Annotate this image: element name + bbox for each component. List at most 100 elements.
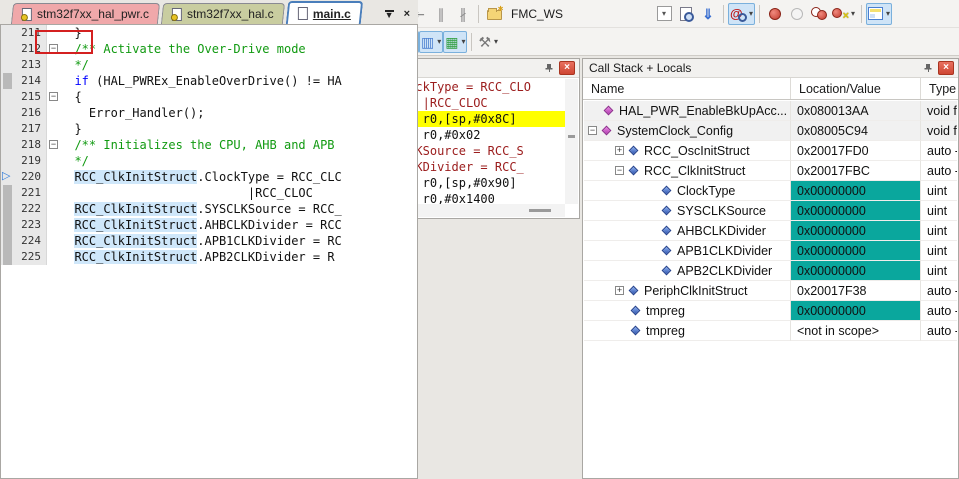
pin-icon[interactable] [921,62,935,75]
callstack-row-hal-pwr-enablebkupacc[interactable]: HAL_PWR_EnableBkUpAcc...0x080013AAvoid f [584,101,957,121]
code-line-211[interactable]: 211 } [1,25,417,41]
target-select-label: FMC_WS [505,7,569,21]
symbol-name: SystemClock_Config [617,124,733,138]
disable-all-breakpoints-button[interactable] [808,3,830,25]
tab-stm32f7xx-hal-pwr-c[interactable]: stm32f7xx_hal_pwr.c [11,3,160,24]
callstack-column-header: Name Location/Value Type [583,78,958,100]
close-document-icon[interactable]: × [404,8,410,20]
code-line-213[interactable]: 213 */ [1,57,417,73]
insert-breakpoint-button[interactable] [764,3,786,25]
close-icon[interactable]: × [559,61,575,75]
variable-diamond-icon [662,246,672,256]
system-viewer-button[interactable]: ▥▾ [419,31,443,53]
tab-stm32f7xx-hal-c[interactable]: stm32f7xx_hal.c [161,3,285,24]
disable-breakpoint-button[interactable] [786,3,808,25]
callstack-panel: Call Stack + Locals × Name Location/Valu… [582,58,959,479]
editor-panel: stm32f7xx_hal_pwr.cstm32f7xx_hal.cmain.c… [0,0,418,257]
code-line-225[interactable]: 225 RCC_ClkInitStruct.APB2CLKDivider = R [1,249,417,265]
code-line-212[interactable]: 212− /** Activate the Over-Drive mode [1,41,417,57]
fold-collapse-icon[interactable]: − [49,92,58,101]
callstack-row-clocktype[interactable]: ClockType0x00000000uint [584,181,957,201]
disassembly-vertical-scrollbar[interactable] [565,79,578,204]
toolbox-button[interactable]: ▦▾ [443,31,467,53]
line-number: 223 [14,217,46,233]
callstack-row-systemclock-config[interactable]: − SystemClock_Config 0x08005C94void f [584,121,957,141]
line-number: 214 [14,73,46,89]
code-line-224[interactable]: 224 RCC_ClkInitStruct.APB1CLKDivider = R… [1,233,417,249]
comment-button[interactable]: ∥ [430,3,452,25]
symbol-name: RCC_OscInitStruct [644,144,750,158]
target-select-dropdown[interactable]: ▾ [653,3,675,25]
source-code-editor[interactable]: 211 }212− /** Activate the Over-Drive mo… [0,24,418,479]
code-line-221[interactable]: 221 |RCC_CLOC [1,185,417,201]
variable-diamond-icon [662,186,672,196]
kill-all-breakpoints-button[interactable]: ×▾ [830,3,857,25]
callstack-row-tmpreg[interactable]: tmpreg0x00000000auto - [584,301,957,321]
file-extensions-button[interactable] [675,3,697,25]
window-layout-button[interactable]: ▾ [866,3,892,25]
code-line-216[interactable]: 216 Error_Handler(); [1,105,417,121]
open-project-button[interactable] [483,3,505,25]
code-line-218[interactable]: 218− /** Initializes the CPU, AHB and AP… [1,137,417,153]
location-value-cell[interactable]: 0x20017FD0 [791,141,921,161]
fold-collapse-icon[interactable]: − [49,140,58,149]
location-value-cell[interactable]: 0x08005C94 [791,121,921,141]
type-cell: auto - [921,281,957,301]
change-bar [3,201,12,217]
location-value-cell[interactable]: 0x00000000 [791,241,921,261]
code-line-219[interactable]: 219 */ [1,153,417,169]
type-cell: uint [921,221,957,241]
location-value-cell[interactable]: <not in scope> [791,321,921,341]
find-next-button[interactable]: ⇓ [697,3,719,25]
location-value-cell[interactable]: 0x20017FBC [791,161,921,181]
location-value-cell[interactable]: 0x00000000 [791,221,921,241]
location-value-cell[interactable]: 0x00000000 [791,301,921,321]
code-line-214[interactable]: 214 if (HAL_PWREx_EnableOverDrive() != H… [1,73,417,89]
type-cell: uint [921,261,957,281]
tree-expander-icon[interactable]: − [615,166,624,175]
variable-diamond-icon [631,306,641,316]
tree-expander-icon[interactable]: + [615,146,624,155]
callstack-row-periphclkinitstruct[interactable]: +PeriphClkInitStruct0x20017F38auto - [584,281,957,301]
code-line-220[interactable]: ▷220 RCC_ClkInitStruct.ClockType = RCC_C… [1,169,417,185]
callstack-row-rcc-clkinitstruct[interactable]: −RCC_ClkInitStruct0x20017FBCauto - [584,161,957,181]
callstack-row-apb1clkdivider[interactable]: APB1CLKDivider0x00000000uint [584,241,957,261]
variable-diamond-icon [629,286,639,296]
uncomment-button[interactable]: ∦ [452,3,474,25]
type-cell: void f [921,121,957,141]
tree-expander-icon[interactable]: − [588,126,597,135]
line-number: 212 [14,41,46,57]
symbol-name: APB2CLKDivider [677,264,772,278]
location-value-cell[interactable]: 0x20017F38 [791,281,921,301]
callstack-row-apb2clkdivider[interactable]: APB2CLKDivider 0x00000000uint [584,261,957,281]
close-icon[interactable]: × [938,61,954,75]
type-cell: auto - [921,321,957,341]
line-number: 216 [14,105,46,121]
pin-icon[interactable] [542,62,556,75]
document-list-icon[interactable]: ▼ [385,10,394,19]
symbol-name: AHBCLKDivider [677,224,766,238]
location-value-cell[interactable]: 0x00000000 [791,201,921,221]
find-in-files-button[interactable]: ▾ [728,3,755,25]
line-number: 217 [14,121,46,137]
location-value-cell[interactable]: 0x00000000 [791,181,921,201]
variable-diamond-icon [662,266,672,276]
tab-main-c[interactable]: main.c [286,1,363,24]
code-line-222[interactable]: 222 RCC_ClkInitStruct.SYSCLKSource = RCC… [1,201,417,217]
code-line-217[interactable]: 217 } [1,121,417,137]
line-number: 220 [14,169,46,185]
fold-collapse-icon[interactable]: − [49,44,58,53]
tree-expander-icon[interactable]: + [615,286,624,295]
location-value-cell[interactable]: 0x080013AA [791,101,921,121]
type-cell: auto - [921,301,957,321]
code-line-223[interactable]: 223 RCC_ClkInitStruct.AHBCLKDivider = RC… [1,217,417,233]
callstack-row-ahbclkdivider[interactable]: AHBCLKDivider 0x00000000uint [584,221,957,241]
code-line-215[interactable]: 215− { [1,89,417,105]
location-value-cell[interactable]: 0x00000000 [791,261,921,281]
callstack-row-rcc-oscinitstruct[interactable]: +RCC_OscInitStruct0x20017FD0auto - [584,141,957,161]
callstack-row-sysclksource[interactable]: SYSCLKSource0x00000000uint [584,201,957,221]
callstack-row-tmpreg[interactable]: tmpreg<not in scope>auto - [584,321,957,341]
configure-tools-button[interactable]: ⚒▾ [476,31,500,53]
editor-tab-bar: stm32f7xx_hal_pwr.cstm32f7xx_hal.cmain.c… [0,0,418,24]
line-number: 222 [14,201,46,217]
